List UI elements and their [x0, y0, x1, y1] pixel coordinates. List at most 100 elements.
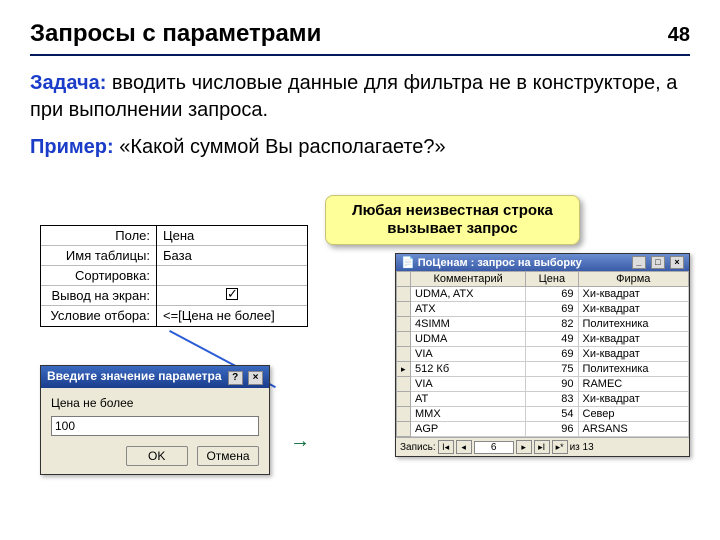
value-sort[interactable] [157, 266, 307, 286]
cell[interactable]: Хи-квадрат [578, 287, 689, 302]
table-row[interactable]: AGP96ARSANS [397, 422, 689, 437]
minimize-icon[interactable]: _ [632, 256, 646, 269]
page-number: 48 [668, 24, 690, 47]
ok-button[interactable]: OK [126, 446, 188, 466]
close-icon[interactable]: × [248, 371, 263, 385]
table-row[interactable]: MMX54Север [397, 407, 689, 422]
cell[interactable]: 49 [526, 332, 578, 347]
callout-note: Любая неизвестная строка вызывает запрос [325, 195, 580, 245]
cell[interactable]: AGP [411, 422, 526, 437]
value-criteria[interactable]: <=[Цена не более] [157, 306, 307, 326]
cell[interactable]: UDMA [411, 332, 526, 347]
cell[interactable]: VIA [411, 377, 526, 392]
cell[interactable]: Хи-квадрат [578, 347, 689, 362]
nav-total: из 13 [570, 442, 594, 453]
cell[interactable]: MMX [411, 407, 526, 422]
cell[interactable]: 54 [526, 407, 578, 422]
row-selector[interactable] [397, 317, 411, 332]
cell[interactable]: ATX [411, 302, 526, 317]
arrow-icon: → [290, 430, 310, 453]
parameter-input[interactable] [51, 416, 259, 436]
task-text: вводить числовые данные для фильтра не в… [30, 72, 677, 121]
cell[interactable]: ARSANS [578, 422, 689, 437]
cell[interactable]: 83 [526, 392, 578, 407]
cell[interactable]: Север [578, 407, 689, 422]
value-show[interactable] [157, 286, 307, 306]
row-selector[interactable] [397, 377, 411, 392]
record-navigator: Запись: I◂ ◂ ▸ ▸I ▸* из 13 [396, 437, 689, 456]
show-checkbox[interactable] [226, 288, 238, 300]
help-icon[interactable]: ? [228, 371, 243, 385]
cell[interactable]: 512 Кб [411, 362, 526, 377]
col-comment[interactable]: Комментарий [411, 272, 526, 287]
cell[interactable]: 82 [526, 317, 578, 332]
dialog-prompt: Цена не более [51, 396, 259, 410]
col-price[interactable]: Цена [526, 272, 578, 287]
cell[interactable]: AT [411, 392, 526, 407]
dialog-title: Введите значение параметра [47, 369, 222, 385]
nav-prev-button[interactable]: ◂ [456, 440, 472, 454]
row-selector[interactable] [397, 287, 411, 302]
nav-label: Запись: [400, 442, 436, 453]
row-selector[interactable] [397, 422, 411, 437]
query-designer-grid: Поле: Имя таблицы: Сортировка: Вывод на … [40, 225, 308, 327]
cell[interactable]: VIA [411, 347, 526, 362]
label-show: Вывод на экран: [41, 286, 156, 306]
value-field[interactable]: Цена [157, 226, 307, 246]
col-firm[interactable]: Фирма [578, 272, 689, 287]
results-titlebar: 📄 ПоЦенам : запрос на выборку _ □ × [396, 254, 689, 271]
nav-first-button[interactable]: I◂ [438, 440, 454, 454]
nav-next-button[interactable]: ▸ [516, 440, 532, 454]
row-selector[interactable] [397, 362, 411, 377]
label-criteria: Условие отбора: [41, 306, 156, 325]
task-label: Задача: [30, 72, 106, 94]
cell[interactable]: 4SIMM [411, 317, 526, 332]
table-row[interactable]: 4SIMM82Политехника [397, 317, 689, 332]
dialog-titlebar: Введите значение параметра ? × [41, 366, 269, 388]
table-row[interactable]: ATX69Хи-квадрат [397, 302, 689, 317]
results-window: 📄 ПоЦенам : запрос на выборку _ □ × Комм… [395, 253, 690, 457]
nav-last-button[interactable]: ▸I [534, 440, 550, 454]
example-text: «Какой суммой Вы располагаете?» [114, 136, 446, 158]
header: Запросы с параметрами 48 [30, 20, 690, 56]
results-table: Комментарий Цена Фирма UDMA, ATX69Хи-ква… [396, 271, 689, 437]
nav-position-input[interactable] [474, 441, 514, 454]
close-icon[interactable]: × [670, 256, 684, 269]
table-row[interactable]: UDMA, ATX69Хи-квадрат [397, 287, 689, 302]
row-selector[interactable] [397, 392, 411, 407]
cell[interactable]: Политехника [578, 317, 689, 332]
cell[interactable]: Политехника [578, 362, 689, 377]
row-selector[interactable] [397, 302, 411, 317]
table-row[interactable]: VIA90RAMEC [397, 377, 689, 392]
results-title: ПоЦенам : запрос на выборку [418, 257, 582, 269]
table-row[interactable]: AT83Хи-квадрат [397, 392, 689, 407]
cell[interactable]: 69 [526, 302, 578, 317]
label-table: Имя таблицы: [41, 246, 156, 266]
label-field: Поле: [41, 226, 156, 246]
nav-new-button[interactable]: ▸* [552, 440, 568, 454]
row-selector[interactable] [397, 407, 411, 422]
value-table[interactable]: База [157, 246, 307, 266]
cell[interactable]: UDMA, ATX [411, 287, 526, 302]
table-row[interactable]: 512 Кб75Политехника [397, 362, 689, 377]
task-line: Задача: вводить числовые данные для филь… [30, 70, 690, 124]
page-title: Запросы с параметрами [30, 20, 321, 48]
cell[interactable]: 90 [526, 377, 578, 392]
row-selector[interactable] [397, 332, 411, 347]
table-row[interactable]: VIA69Хи-квадрат [397, 347, 689, 362]
cell[interactable]: RAMEC [578, 377, 689, 392]
row-selector[interactable] [397, 347, 411, 362]
row-selector-header [397, 272, 411, 287]
example-line: Пример: «Какой суммой Вы располагаете?» [30, 134, 690, 161]
cell[interactable]: Хи-квадрат [578, 332, 689, 347]
cell[interactable]: Хи-квадрат [578, 302, 689, 317]
table-row[interactable]: UDMA49Хи-квадрат [397, 332, 689, 347]
cell[interactable]: 75 [526, 362, 578, 377]
cell[interactable]: 69 [526, 287, 578, 302]
label-sort: Сортировка: [41, 266, 156, 286]
cell[interactable]: Хи-квадрат [578, 392, 689, 407]
cell[interactable]: 69 [526, 347, 578, 362]
cancel-button[interactable]: Отмена [197, 446, 259, 466]
cell[interactable]: 96 [526, 422, 578, 437]
maximize-icon[interactable]: □ [651, 256, 665, 269]
